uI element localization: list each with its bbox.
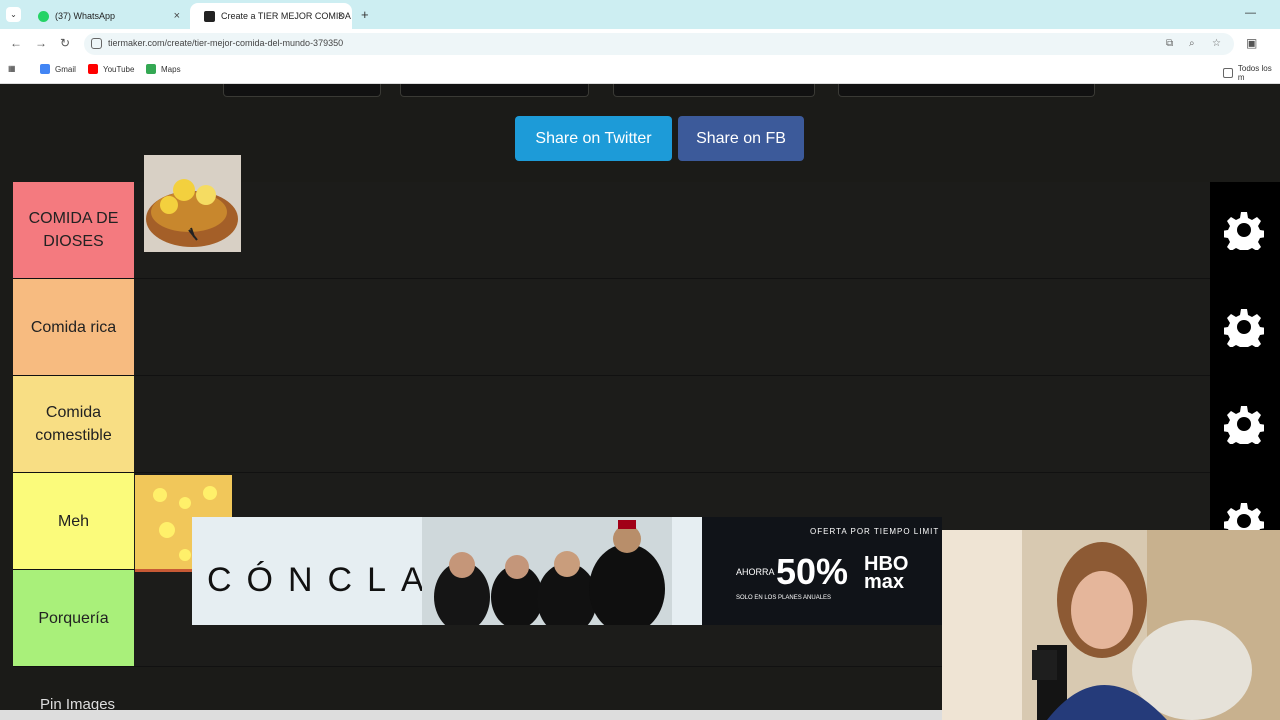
tier-label[interactable]: Comida rica xyxy=(13,279,134,375)
tier-label[interactable]: Meh xyxy=(13,473,134,569)
tab-whatsapp[interactable]: (37) WhatsApp × xyxy=(24,3,188,29)
tab-strip: ⌄ (37) WhatsApp × Create a TIER MEJOR CO… xyxy=(0,0,1280,29)
zoom-icon[interactable]: ⌕ xyxy=(1189,38,1195,49)
tiermaker-icon xyxy=(204,10,215,22)
bookmark-label: Maps xyxy=(161,64,181,74)
ad-offer-panel: OFERTA POR TIEMPO LIMIT AHORRA 50% HBO m… xyxy=(702,517,942,625)
close-tab-icon[interactable]: × xyxy=(338,10,344,22)
top-control[interactable] xyxy=(223,84,381,97)
tier-row[interactable]: Comida rica xyxy=(13,279,1210,376)
share-twitter-button[interactable]: Share on Twitter xyxy=(515,116,672,161)
all-bookmarks-label: Todos los m xyxy=(1237,64,1272,82)
tier-label[interactable]: Comida comestible xyxy=(13,376,134,472)
top-control[interactable] xyxy=(400,84,589,97)
gear-icon[interactable] xyxy=(1224,307,1264,347)
tier-label[interactable]: COMIDA DE DIOSES xyxy=(13,182,134,278)
back-icon[interactable]: ← xyxy=(10,36,22,50)
whatsapp-icon xyxy=(38,10,49,22)
close-tab-icon[interactable]: × xyxy=(174,10,180,22)
tier-settings-panel xyxy=(1210,182,1280,279)
bookmarks-bar: ▦ Gmail YouTube Maps Todos los m xyxy=(0,58,1280,84)
gear-icon[interactable] xyxy=(1224,210,1264,250)
tier-label[interactable]: Porquería xyxy=(13,570,134,666)
advertisement[interactable]: CÓNCLAVE OFERTA POR TIEMPO LIMIT AHORRA … xyxy=(192,517,942,625)
translate-icon[interactable]: ⧉ xyxy=(1166,38,1173,49)
forward-icon[interactable]: → xyxy=(35,36,47,50)
omnibox[interactable]: tiermaker.com/create/tier-mejor-comida-d… xyxy=(84,33,1234,55)
site-info-icon[interactable] xyxy=(91,38,102,49)
schnitzel-image[interactable] xyxy=(144,155,241,252)
tier-settings-panel xyxy=(1210,279,1280,376)
reload-icon[interactable]: ↻ xyxy=(60,36,70,50)
bookmark-youtube[interactable]: YouTube xyxy=(88,64,134,74)
browser-chrome: ⌄ (37) WhatsApp × Create a TIER MEJOR CO… xyxy=(0,0,1280,84)
extensions-icon[interactable]: ▣ xyxy=(1246,36,1257,50)
top-control[interactable] xyxy=(613,84,815,97)
webcam-overlay xyxy=(942,530,1280,720)
bookmark-maps[interactable]: Maps xyxy=(146,64,181,74)
minimize-icon[interactable]: — xyxy=(1245,7,1256,19)
tier-row[interactable]: Comida comestible xyxy=(13,376,1210,473)
bookmark-label: Gmail xyxy=(55,64,76,74)
tab-label: Create a TIER MEJOR COMIDA xyxy=(221,11,351,21)
top-control[interactable] xyxy=(838,84,1095,97)
url-text[interactable]: tiermaker.com/create/tier-mejor-comida-d… xyxy=(108,38,343,48)
gear-icon[interactable] xyxy=(1224,404,1264,444)
new-tab-icon[interactable]: + xyxy=(361,7,369,22)
ad-offer-label: OFERTA POR TIEMPO LIMIT xyxy=(810,527,940,536)
ad-movie-panel: CÓNCLAVE xyxy=(192,517,702,625)
tier-settings-panel xyxy=(1210,376,1280,473)
all-bookmarks[interactable]: Todos los m xyxy=(1223,64,1280,82)
bookmark-star-icon[interactable]: ☆ xyxy=(1212,38,1221,49)
tab-search-icon[interactable]: ⌄ xyxy=(6,7,21,22)
bookmark-gmail[interactable]: Gmail xyxy=(40,64,76,74)
ad-percent: 50% xyxy=(776,551,849,592)
address-bar: ← → ↻ tiermaker.com/create/tier-mejor-co… xyxy=(0,29,1280,58)
ad-brand: HBO max xyxy=(864,553,909,593)
ad-plans-label: SOLO EN LOS PLANES ANUALES xyxy=(736,595,832,601)
ad-save-label: AHORRA xyxy=(736,567,775,577)
horizontal-scrollbar[interactable] xyxy=(0,710,942,720)
share-facebook-button[interactable]: Share on FB xyxy=(678,116,804,161)
bookmark-label: YouTube xyxy=(103,64,135,74)
tab-tiermaker[interactable]: Create a TIER MEJOR COMIDA × xyxy=(190,3,352,29)
ad-cardinals-image xyxy=(422,517,672,625)
tab-label: (37) WhatsApp xyxy=(55,11,116,21)
apps-icon[interactable]: ▦ xyxy=(8,64,16,73)
